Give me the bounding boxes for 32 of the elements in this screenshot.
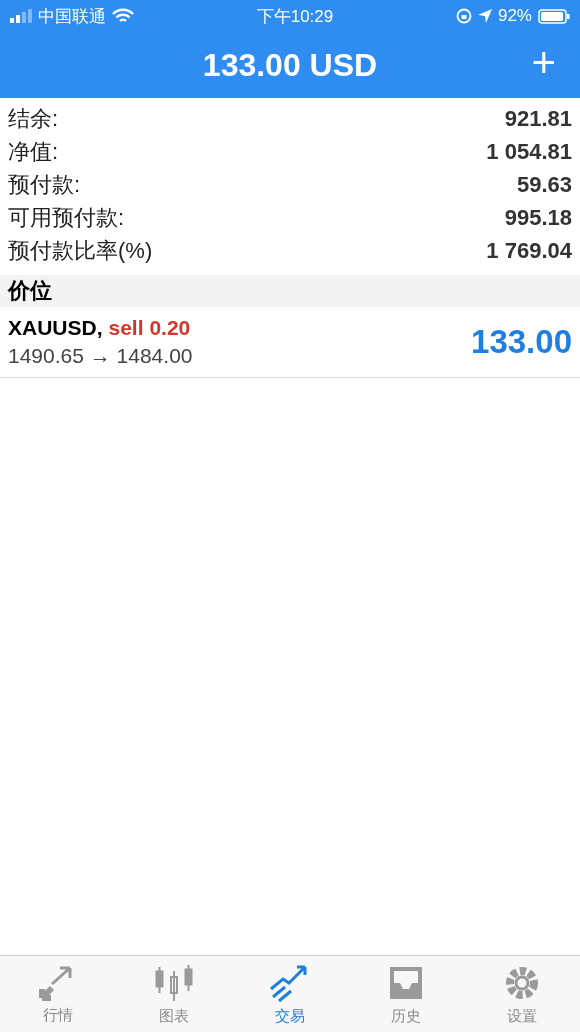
battery-icon: [538, 8, 570, 24]
signal-icon: [10, 9, 32, 23]
clock-time: 下午10:29: [256, 5, 334, 28]
summary-label: 净值:: [8, 137, 59, 166]
price-range: 1490.65 → 1484.00: [8, 344, 193, 368]
summary-label: 可用预付款:: [8, 203, 125, 232]
section-header: 价位: [0, 275, 580, 307]
balance-title: 133.00 USD: [202, 46, 378, 84]
summary-value: 1 054.81: [486, 138, 572, 165]
summary-value: 1 769.04: [486, 237, 572, 264]
summary-label: 结余:: [8, 104, 59, 133]
location-arrow-icon: [477, 9, 492, 23]
summary-label: 预付款:: [8, 170, 81, 199]
order-type: sell 0.20: [108, 316, 191, 340]
tab-item[interactable]: 交易: [232, 956, 348, 1032]
tab-item[interactable]: 设置: [464, 956, 580, 1032]
tab-item[interactable]: 历史: [348, 956, 464, 1032]
rotation-lock-icon: [455, 8, 472, 24]
battery-percent: 92%: [497, 6, 532, 26]
symbol-name: XAUUSD,: [8, 316, 103, 340]
tab-item[interactable]: 图表: [116, 956, 232, 1032]
profit-value: 133.00: [471, 323, 572, 361]
candlestick-icon: [154, 962, 194, 1003]
summary-value: 921.81: [504, 105, 572, 132]
tab-item[interactable]: 行情: [0, 956, 116, 1032]
position-row[interactable]: XAUUSD, sell 0.20 1490.65 → 1484.00 133.00: [0, 307, 580, 378]
wifi-icon: [112, 8, 134, 24]
add-button[interactable]: +: [531, 42, 556, 84]
summary-value: 59.63: [516, 171, 572, 198]
summary-label: 预付款比率(%): [8, 236, 153, 265]
carrier-name: 中国联通: [38, 5, 106, 28]
summary-value: 995.18: [504, 204, 572, 231]
